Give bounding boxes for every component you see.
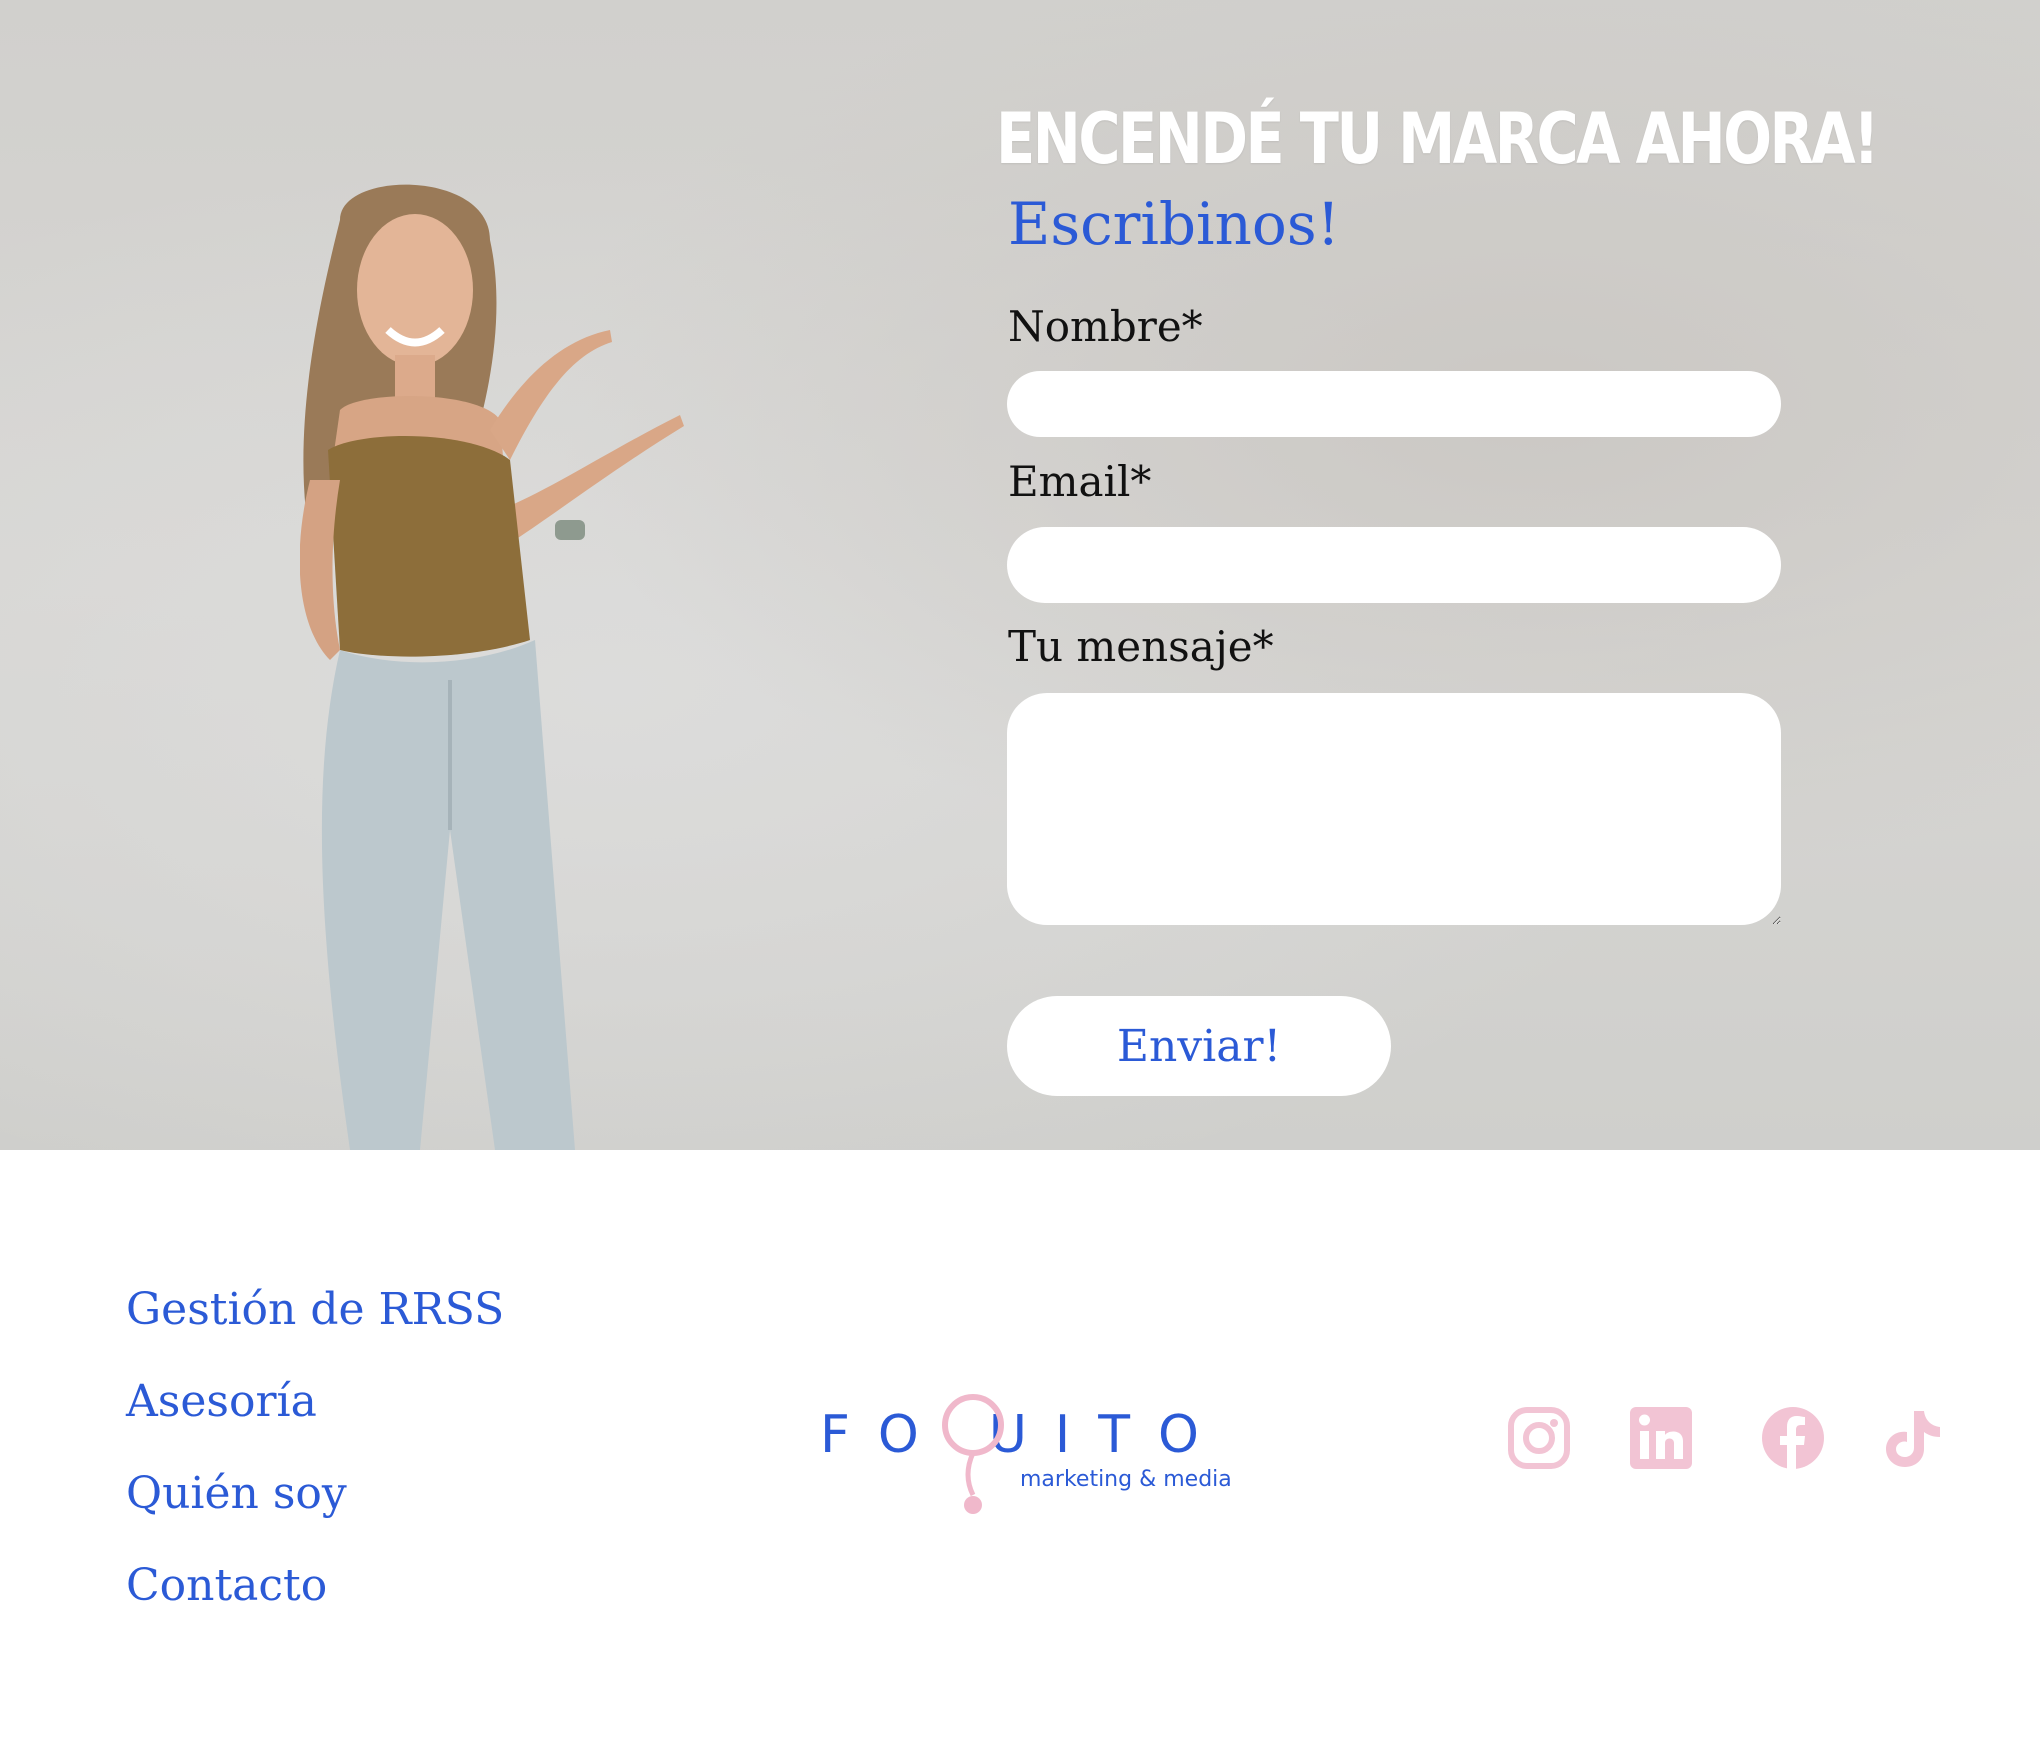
hero-headline: ENCENDÉ TU MARCA AHORA! (996, 98, 1879, 180)
submit-button-label: Enviar! (1116, 1020, 1282, 1072)
message-label: Tu mensaje* (1008, 622, 1274, 671)
footer-nav: Gestión de RRSS Asesoría Quién soy Conta… (126, 1280, 504, 1648)
logo-tagline: marketing & media (1020, 1467, 1232, 1492)
email-input[interactable] (1007, 527, 1781, 603)
contact-hero: ENCENDÉ TU MARCA AHORA! Escribinos! Nomb… (0, 0, 2040, 1150)
email-label: Email* (1008, 457, 1152, 506)
facebook-icon[interactable] (1760, 1405, 1826, 1471)
form-subheading: Escribinos! (1008, 190, 1340, 258)
message-textarea[interactable] (1007, 693, 1781, 925)
tiktok-icon[interactable] (1880, 1405, 1946, 1471)
instagram-icon[interactable] (1506, 1405, 1572, 1471)
hero-photo-woman-pointing (299, 180, 720, 1150)
name-input[interactable] (1007, 371, 1781, 437)
footer-link-quien-soy[interactable]: Quién soy (126, 1464, 504, 1556)
footer-link-contacto[interactable]: Contacto (126, 1556, 504, 1648)
foquito-logo[interactable]: FO UITO marketing & media (820, 1385, 1232, 1520)
submit-button[interactable]: Enviar! (1007, 996, 1391, 1096)
logo-bulb-icon (942, 1394, 1004, 1514)
name-label: Nombre* (1008, 302, 1203, 351)
linkedin-icon[interactable] (1628, 1405, 1694, 1471)
footer-link-asesoria[interactable]: Asesoría (126, 1372, 504, 1464)
footer-link-gestion-rrss[interactable]: Gestión de RRSS (126, 1280, 504, 1372)
logo-wordmark: FO UITO (820, 1405, 1227, 1465)
